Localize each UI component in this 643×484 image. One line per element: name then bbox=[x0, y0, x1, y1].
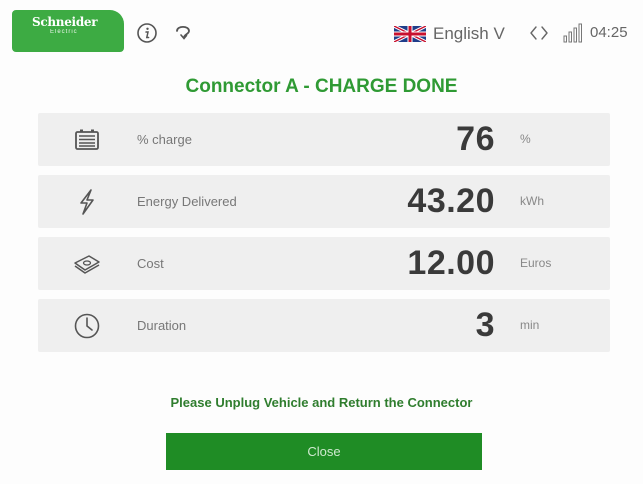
stat-value: 12.00 bbox=[407, 244, 495, 282]
charge-summary-screen: Schneider Electric English V 04:25 Conne… bbox=[0, 0, 643, 484]
uk-flag-icon bbox=[394, 26, 426, 42]
top-bar: Schneider Electric English V 04:25 bbox=[0, 0, 643, 62]
stat-unit: % bbox=[520, 132, 531, 146]
stat-label: % charge bbox=[137, 132, 192, 147]
stat-row-cost: Cost 12.00 Euros bbox=[38, 237, 610, 290]
stat-unit: min bbox=[520, 318, 540, 332]
stat-value: 43.20 bbox=[407, 182, 495, 220]
language-label: English V bbox=[433, 24, 505, 43]
money-icon bbox=[72, 249, 102, 279]
logo-name: Schneider bbox=[32, 15, 98, 29]
stat-unit: Euros bbox=[520, 256, 552, 270]
battery-icon bbox=[72, 125, 102, 155]
stat-row-charge: % charge 76 % bbox=[38, 113, 610, 166]
network-icon bbox=[528, 24, 550, 42]
lightning-icon bbox=[72, 187, 102, 217]
unplug-instruction: Please Unplug Vehicle and Return the Con… bbox=[170, 395, 473, 410]
signal-icon bbox=[562, 23, 584, 43]
stat-value: 76 bbox=[456, 120, 495, 158]
help-icon[interactable] bbox=[172, 22, 194, 44]
stats-list: % charge 76 % Energy Delivered 43.20 kWh bbox=[38, 113, 610, 361]
page-title: Connector A - CHARGE DONE bbox=[185, 76, 458, 97]
stat-row-energy: Energy Delivered 43.20 kWh bbox=[38, 175, 610, 228]
close-button[interactable]: Close bbox=[166, 433, 482, 470]
stat-label: Cost bbox=[137, 256, 164, 271]
stat-label: Energy Delivered bbox=[137, 194, 237, 209]
logo-subtitle: Electric bbox=[50, 29, 78, 35]
stat-value: 3 bbox=[475, 306, 495, 344]
stat-label: Duration bbox=[137, 318, 187, 333]
clock: 04:25 bbox=[590, 24, 628, 41]
info-icon[interactable] bbox=[136, 22, 158, 44]
timer-icon bbox=[72, 311, 102, 341]
stat-row-duration: Duration 3 min bbox=[38, 299, 610, 352]
stat-unit: kWh bbox=[520, 194, 544, 208]
language-selector[interactable]: English V bbox=[394, 23, 505, 45]
schneider-logo: Schneider Electric bbox=[12, 10, 124, 52]
